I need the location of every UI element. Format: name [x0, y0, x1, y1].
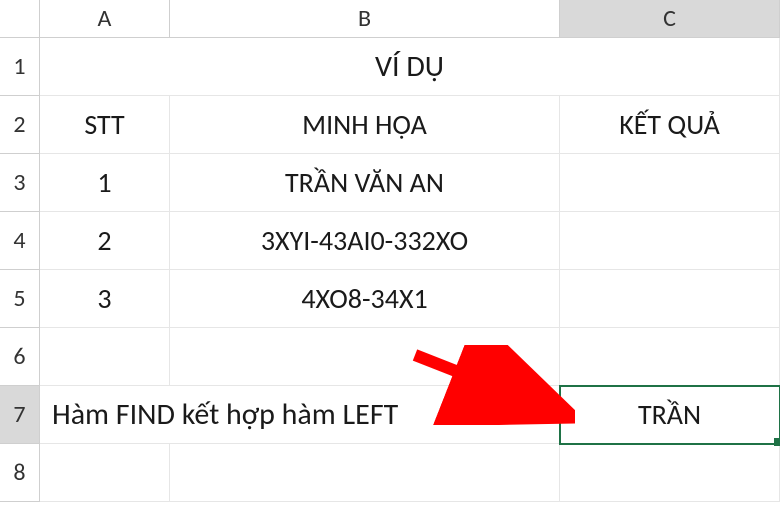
row-header-5[interactable]: 5 [0, 270, 40, 328]
row-2: 2 STT MINH HỌA KẾT QUẢ [0, 96, 780, 154]
cell-merged-A7B7[interactable]: Hàm FIND kết hợp hàm LEFT [40, 386, 560, 444]
cell-A8[interactable] [40, 444, 170, 502]
row-1: 1 VÍ DỤ [0, 38, 780, 96]
column-header-B[interactable]: B [170, 0, 560, 38]
cell-A2[interactable]: STT [40, 96, 170, 154]
cell-A6[interactable] [40, 328, 170, 386]
cell-A3[interactable]: 1 [40, 154, 170, 212]
cell-A5[interactable]: 3 [40, 270, 170, 328]
cell-C8[interactable] [560, 444, 780, 502]
row-7: 7 Hàm FIND kết hợp hàm LEFT TRẦN [0, 386, 780, 444]
cell-B3[interactable]: TRẦN VĂN AN [170, 154, 560, 212]
row-6: 6 [0, 328, 780, 386]
row-5: 5 3 4XO8-34X1 [0, 270, 780, 328]
row-4: 4 2 3XYI-43AI0-332XO [0, 212, 780, 270]
row-header-4[interactable]: 4 [0, 212, 40, 270]
row-header-2[interactable]: 2 [0, 96, 40, 154]
cell-B2[interactable]: MINH HỌA [170, 96, 560, 154]
spreadsheet: A B C 1 VÍ DỤ 2 STT MINH HỌA KẾT QUẢ 3 1… [0, 0, 780, 520]
cell-C2[interactable]: KẾT QUẢ [560, 96, 780, 154]
row-8: 8 [0, 444, 780, 502]
cell-C3[interactable] [560, 154, 780, 212]
cell-B5[interactable]: 4XO8-34X1 [170, 270, 560, 328]
cell-C6[interactable] [560, 328, 780, 386]
cell-C4[interactable] [560, 212, 780, 270]
cell-B4[interactable]: 3XYI-43AI0-332XO [170, 212, 560, 270]
cell-A4[interactable]: 2 [40, 212, 170, 270]
column-header-A[interactable]: A [40, 0, 170, 38]
column-header-row: A B C [0, 0, 780, 38]
cell-C7[interactable]: TRẦN [560, 386, 780, 444]
row-3: 3 1 TRẦN VĂN AN [0, 154, 780, 212]
row-header-6[interactable]: 6 [0, 328, 40, 386]
column-header-C[interactable]: C [560, 0, 780, 38]
row-header-3[interactable]: 3 [0, 154, 40, 212]
cell-C5[interactable] [560, 270, 780, 328]
row-header-7[interactable]: 7 [0, 386, 40, 444]
cell-merged-A1C1[interactable]: VÍ DỤ [40, 38, 780, 96]
cell-B6[interactable] [170, 328, 560, 386]
row-header-8[interactable]: 8 [0, 444, 40, 502]
select-all-corner[interactable] [0, 0, 40, 38]
cell-B8[interactable] [170, 444, 560, 502]
row-header-1[interactable]: 1 [0, 38, 40, 96]
